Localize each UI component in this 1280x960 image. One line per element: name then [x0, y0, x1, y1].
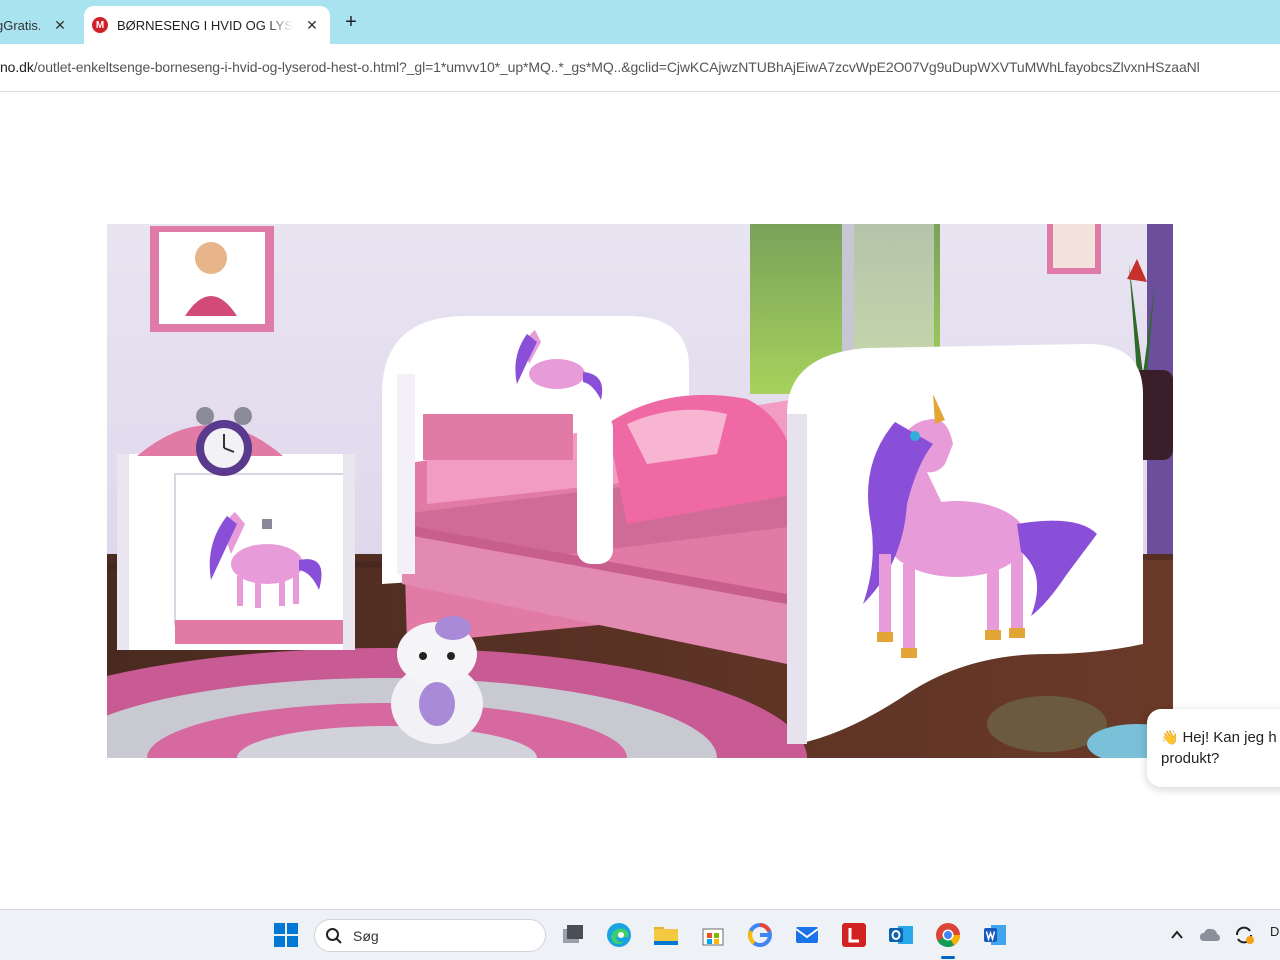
mail-app-icon[interactable]	[794, 922, 820, 948]
tab-previous[interactable]: gGratis... ✕	[0, 6, 78, 44]
page-content: 👋 Hej! Kan jeg h produkt?	[0, 93, 1280, 909]
close-tab-icon[interactable]: ✕	[302, 15, 322, 35]
product-image[interactable]	[107, 224, 1173, 758]
taskbar-search-box[interactable]: Søg	[314, 919, 546, 952]
google-icon[interactable]	[747, 922, 773, 948]
task-view-icon[interactable]	[560, 922, 586, 948]
windows-start-icon[interactable]	[273, 922, 299, 948]
l-app-icon[interactable]	[841, 922, 867, 948]
tab-active[interactable]: M BØRNESENG I HVID OG LYSERØD ✕	[84, 6, 330, 44]
tray-label: D	[1270, 924, 1280, 939]
taskbar: Søg D	[0, 909, 1280, 960]
search-icon	[326, 927, 342, 944]
bed-room-illustration	[107, 224, 1173, 758]
tab-strip: gGratis... ✕ M BØRNESENG I HVID OG LYSER…	[0, 0, 1280, 44]
sync-icon[interactable]	[1231, 922, 1257, 948]
chevron-up-icon[interactable]	[1164, 922, 1190, 948]
url-text[interactable]: no.dk/outlet-enkeltsenge-borneseng-i-hvi…	[0, 59, 1280, 79]
url-path: /outlet-enkeltsenge-borneseng-i-hvid-og-…	[33, 59, 1200, 75]
wave-icon: 👋	[1161, 729, 1179, 745]
outlook-icon[interactable]	[888, 922, 914, 948]
url-host: no.dk	[0, 59, 34, 75]
site-favicon-icon: M	[92, 17, 108, 33]
word-icon[interactable]	[982, 922, 1008, 948]
search-placeholder: Søg	[353, 927, 379, 944]
tab-title: BØRNESENG I HVID OG LYSERØD	[117, 17, 293, 33]
onedrive-cloud-icon[interactable]	[1197, 922, 1223, 948]
microsoft-store-icon[interactable]	[700, 922, 726, 948]
active-app-indicator	[941, 956, 955, 959]
chat-greeting-bubble[interactable]: 👋 Hej! Kan jeg h produkt?	[1147, 709, 1280, 787]
file-explorer-icon[interactable]	[653, 922, 679, 948]
edge-browser-icon[interactable]	[606, 922, 632, 948]
chat-line-1: Hej! Kan jeg h	[1182, 729, 1277, 746]
new-tab-button[interactable]: +	[340, 12, 362, 34]
chat-line-2: produkt?	[1161, 750, 1220, 767]
address-bar[interactable]: no.dk/outlet-enkeltsenge-borneseng-i-hvi…	[0, 44, 1280, 92]
chrome-icon[interactable]	[935, 922, 961, 948]
tab-title: gGratis...	[0, 17, 40, 33]
close-tab-icon[interactable]: ✕	[50, 15, 70, 35]
